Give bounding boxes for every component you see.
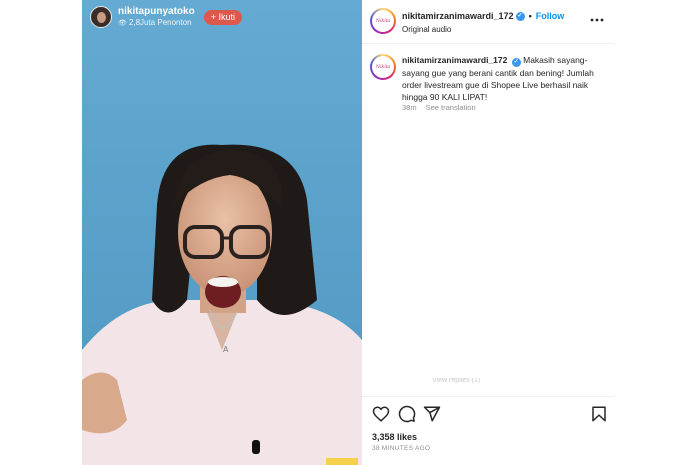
livestream-frame: A: [82, 0, 362, 465]
post-header: Nikita nikitamirzanimawardi_172 ✓ • Foll…: [362, 0, 614, 44]
author-avatar[interactable]: Nikita: [370, 8, 396, 34]
svg-text:A: A: [223, 345, 229, 354]
action-bar: [372, 405, 608, 423]
follow-button[interactable]: Follow: [536, 11, 565, 21]
live-host-header: nikitapunyatoko 👁 2,8Juta Penonton + Ikut…: [90, 4, 242, 30]
more-options-icon[interactable]: [590, 13, 604, 29]
bookmark-icon[interactable]: [590, 405, 608, 423]
heart-icon[interactable]: [372, 405, 390, 423]
caption-avatar-inner: Nikita: [372, 56, 394, 78]
post-timestamp[interactable]: 38 MINUTES AGO: [372, 445, 430, 452]
live-viewer-count-text: 2,8Juta Penonton: [128, 17, 192, 27]
share-icon[interactable]: [423, 405, 441, 423]
view-replies-link[interactable]: View replies (1): [432, 378, 480, 384]
bookmark-glyph: [592, 406, 606, 422]
original-audio-link[interactable]: Original audio: [402, 25, 451, 34]
post-media[interactable]: A nikitapunyatoko 👁 2,8Juta Penonton + I…: [82, 0, 362, 465]
more-options-glyph: [590, 18, 604, 22]
like-count[interactable]: 3,358 likes: [372, 432, 417, 442]
author-avatar-logo: Nikita: [375, 18, 391, 24]
caption-age[interactable]: 38m: [402, 103, 417, 112]
live-host-meta: nikitapunyatoko 👁 2,8Juta Penonton: [118, 6, 195, 29]
separator-dot: •: [528, 11, 532, 21]
caption-text: nikitamirzanimawardi_172 ✓ Makasih sayan…: [402, 54, 608, 103]
live-host-name[interactable]: nikitapunyatoko: [118, 6, 195, 17]
see-translation-link[interactable]: See translation: [426, 103, 476, 112]
verified-badge-icon: ✓: [515, 11, 525, 21]
instagram-post-page: A nikitapunyatoko 👁 2,8Juta Penonton + I…: [0, 0, 700, 465]
actions-divider: [362, 396, 614, 397]
author-username[interactable]: nikitamirzanimawardi_172: [402, 11, 514, 21]
live-viewer-count: 👁 2,8Juta Penonton: [118, 17, 195, 29]
author-username-row: nikitamirzanimawardi_172 ✓ • Follow: [402, 11, 564, 21]
caption-verified-badge-icon: ✓: [511, 58, 521, 67]
author-avatar-inner: Nikita: [372, 10, 394, 32]
heart-glyph: [372, 406, 390, 422]
caption-avatar-logo: Nikita: [375, 64, 391, 70]
live-host-avatar[interactable]: [90, 6, 112, 28]
comment-icon[interactable]: [398, 405, 416, 423]
eye-icon: 👁: [118, 19, 127, 27]
share-glyph: [423, 406, 441, 422]
live-follow-button[interactable]: + Ikuti: [203, 9, 242, 25]
caption-username[interactable]: nikitamirzanimawardi_172: [402, 55, 507, 65]
comment-glyph: [398, 405, 416, 423]
caption-meta: 38m See translation: [402, 103, 476, 112]
caption-avatar[interactable]: Nikita: [370, 54, 396, 80]
post-sidebar: Nikita nikitamirzanimawardi_172 ✓ • Foll…: [362, 0, 614, 465]
